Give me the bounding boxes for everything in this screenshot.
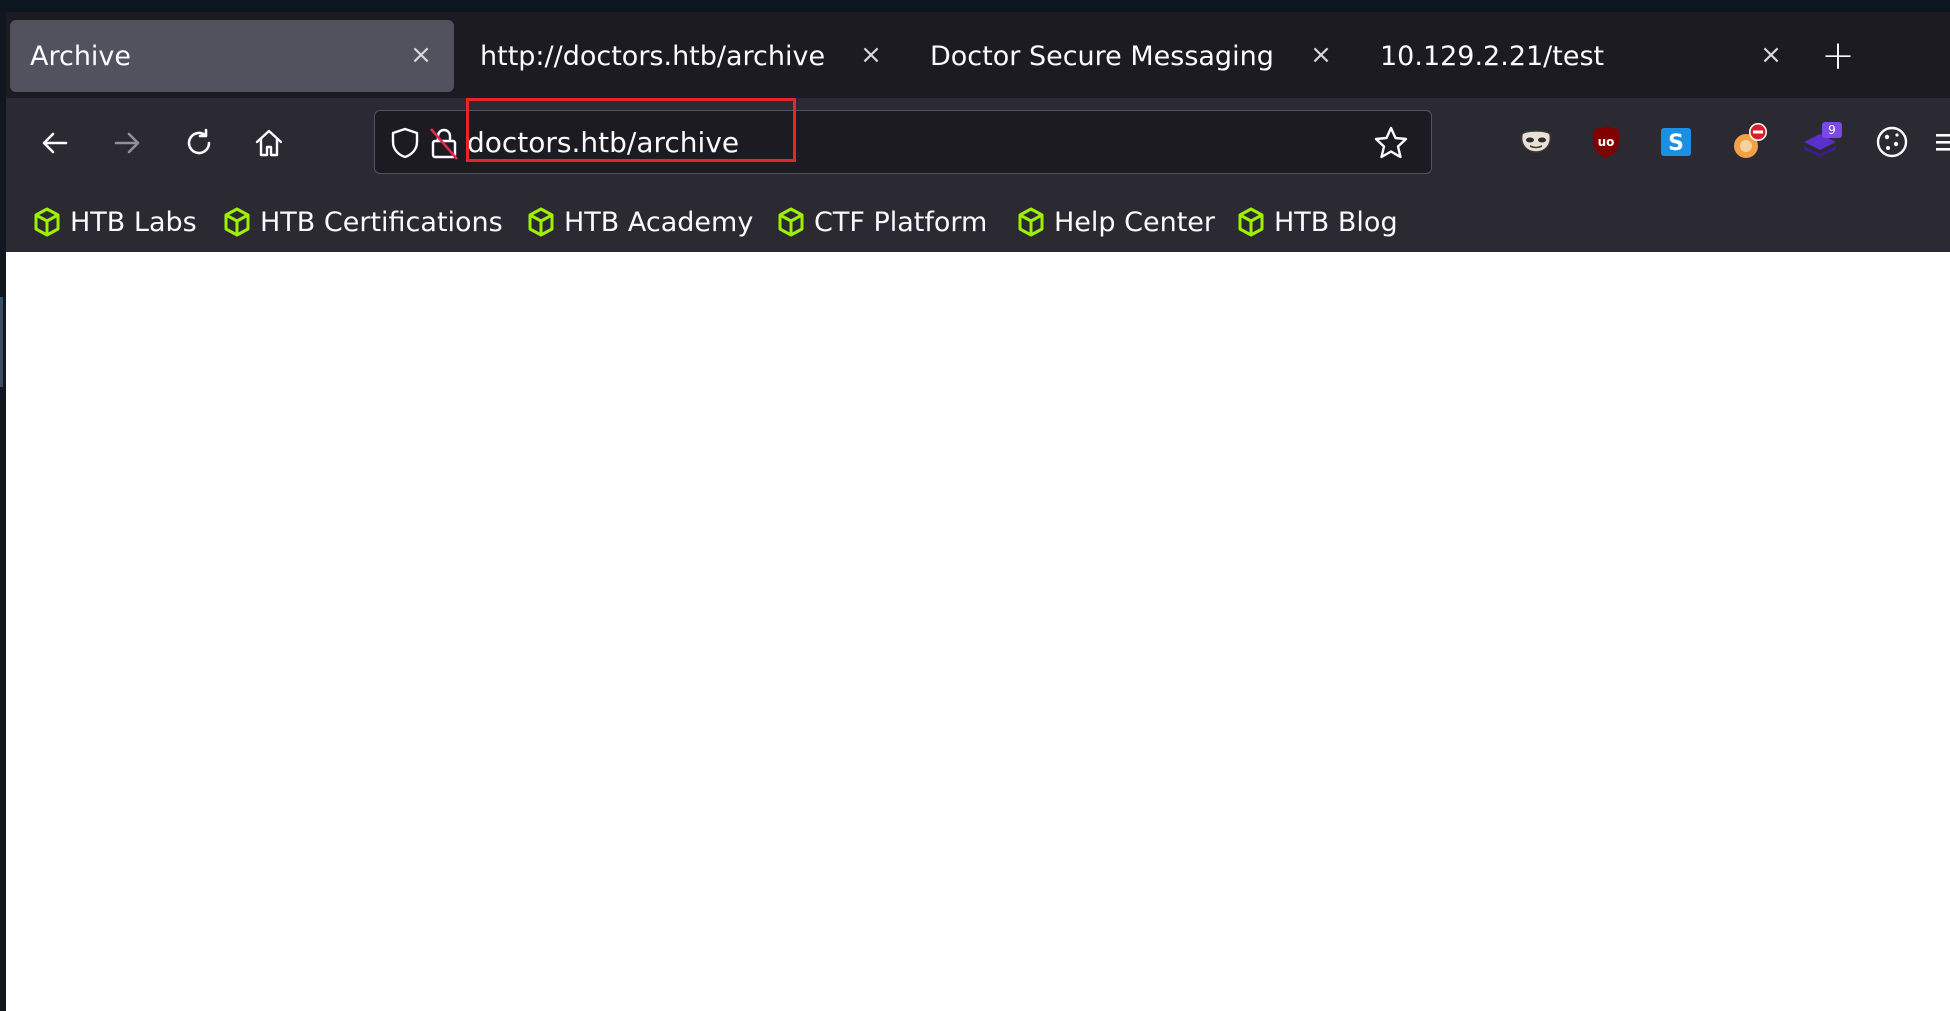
mask-extension-icon: [1520, 130, 1552, 153]
menu-overflow-button[interactable]: [1932, 118, 1950, 166]
bookmark-help-center[interactable]: Help Center: [1016, 204, 1215, 240]
bookmark-label: HTB Academy: [564, 206, 754, 238]
bookmark-htb-blog[interactable]: HTB Blog: [1236, 204, 1398, 240]
reload-button[interactable]: [176, 120, 222, 166]
bookmark-star-icon[interactable]: [1371, 123, 1411, 163]
tab-title: 10.129.2.21/test: [1380, 40, 1605, 72]
bookmark-label: CTF Platform: [814, 206, 988, 238]
edge-mark: [0, 297, 3, 387]
s-extension-button[interactable]: S: [1652, 118, 1700, 166]
htb-cube-icon: [1018, 207, 1044, 237]
layers-extension-button[interactable]: 9: [1798, 118, 1846, 166]
navigation-toolbar: doctors.htb/archive uo S 9: [6, 98, 1950, 190]
cookie-extension-icon: [1876, 126, 1908, 158]
tracking-protection-shield-icon[interactable]: [387, 125, 423, 161]
tab-close-icon[interactable]: ×: [406, 40, 436, 70]
menu-icon: [1936, 134, 1950, 151]
bookmark-ctf-platform[interactable]: CTF Platform: [776, 204, 987, 240]
bookmark-label: HTB Certifications: [260, 206, 503, 238]
tab-doctors-archive[interactable]: http://doctors.htb/archive ×: [460, 20, 904, 92]
ublock-label: uo: [1598, 135, 1615, 149]
bookmark-label: Help Center: [1054, 206, 1216, 238]
bookmark-label: HTB Labs: [70, 206, 197, 238]
tab-title: Doctor Secure Messaging: [930, 40, 1274, 72]
tab-close-icon[interactable]: ×: [1306, 40, 1336, 70]
htb-cube-icon: [1238, 207, 1264, 237]
ublock-origin-icon: uo: [1593, 126, 1619, 158]
bookmark-htb-academy[interactable]: HTB Academy: [526, 204, 753, 240]
s-extension-icon: S: [1661, 128, 1691, 156]
htb-cube-icon: [34, 207, 60, 237]
htb-cube-icon: [778, 207, 804, 237]
home-icon: [255, 129, 283, 157]
blocker-extension-button[interactable]: [1726, 118, 1774, 166]
htb-cube-icon: [224, 207, 250, 237]
tab-ip-test[interactable]: 10.129.2.21/test ×: [1360, 20, 1804, 92]
mask-extension-button[interactable]: [1512, 118, 1560, 166]
bookmark-htb-labs[interactable]: HTB Labs: [32, 204, 197, 240]
forward-arrow-icon: [114, 132, 140, 154]
tab-close-icon[interactable]: ×: [1756, 40, 1786, 70]
bookmark-label: HTB Blog: [1274, 206, 1398, 238]
extension-badge: 9: [1828, 123, 1836, 137]
ublock-origin-button[interactable]: uo: [1582, 118, 1630, 166]
blocker-extension-icon: [1734, 123, 1767, 158]
page-content-area[interactable]: [6, 252, 1950, 1011]
home-button[interactable]: [246, 120, 292, 166]
tab-bar: Archive × http://doctors.htb/archive × D…: [6, 12, 1950, 98]
bookmark-htb-certifications[interactable]: HTB Certifications: [222, 204, 503, 240]
reload-icon: [187, 128, 211, 155]
screen-top-strip: [0, 0, 1950, 12]
forward-button[interactable]: [104, 120, 150, 166]
tab-archive[interactable]: Archive ×: [10, 20, 454, 92]
browser-window: Archive × http://doctors.htb/archive × D…: [6, 12, 1950, 1011]
tab-title: http://doctors.htb/archive: [480, 40, 826, 72]
tab-title: Archive: [30, 40, 132, 72]
tab-doctor-secure-messaging[interactable]: Doctor Secure Messaging ×: [910, 20, 1354, 92]
cookie-extension-button[interactable]: [1868, 118, 1916, 166]
htb-cube-icon: [528, 207, 554, 237]
back-button[interactable]: [32, 120, 78, 166]
new-tab-button[interactable]: +: [1818, 33, 1858, 79]
s-extension-label: S: [1668, 131, 1684, 156]
back-arrow-icon: [42, 132, 68, 154]
url-highlight-box: [466, 98, 796, 162]
layers-extension-icon: 9: [1804, 122, 1842, 157]
tab-close-icon[interactable]: ×: [856, 40, 886, 70]
insecure-lock-icon[interactable]: [429, 125, 459, 161]
bookmarks-toolbar: HTB Labs HTB Certifications HTB Academy …: [6, 190, 1950, 252]
